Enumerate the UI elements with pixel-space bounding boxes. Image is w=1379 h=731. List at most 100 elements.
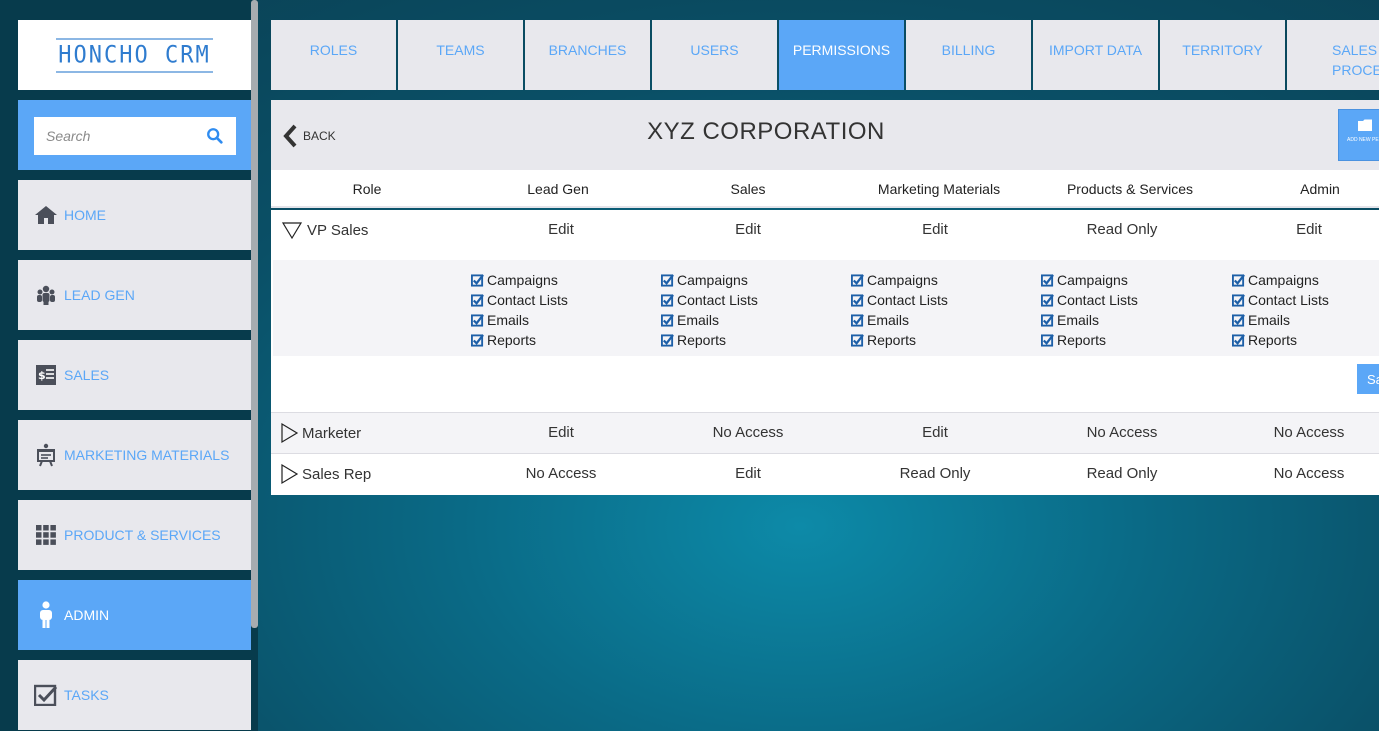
triangle-down-icon[interactable] bbox=[281, 220, 303, 240]
table-row[interactable]: Sales Rep No Access Edit Read Only Read … bbox=[271, 453, 1379, 495]
logo[interactable]: HONCHO CRM bbox=[18, 20, 251, 90]
products-permissions: Campaigns Contact Lists Emails Reports bbox=[1041, 270, 1138, 350]
permission-checkbox[interactable]: Emails bbox=[851, 310, 948, 330]
triangle-right-icon[interactable] bbox=[279, 463, 299, 485]
tab-sales-process[interactable]: SALES PROCESS bbox=[1287, 20, 1379, 90]
tab-territory[interactable]: TERRITORY bbox=[1160, 20, 1285, 90]
admin-value: No Access bbox=[1273, 424, 1345, 441]
permission-checkbox[interactable]: Campaigns bbox=[1232, 270, 1329, 290]
presentation-icon bbox=[34, 443, 58, 467]
permission-checkbox[interactable]: Emails bbox=[1041, 310, 1138, 330]
column-header-role: Role bbox=[352, 181, 382, 197]
permission-checkbox[interactable]: Campaigns bbox=[661, 270, 758, 290]
checked-checkbox-icon[interactable] bbox=[471, 273, 484, 287]
checked-checkbox-icon[interactable] bbox=[851, 273, 864, 287]
marketing-value: Edit bbox=[922, 221, 948, 238]
permission-label: Contact Lists bbox=[1057, 292, 1138, 308]
sidebar-item-admin[interactable]: ADMIN bbox=[18, 580, 251, 650]
permission-checkbox[interactable]: Reports bbox=[1041, 330, 1138, 350]
permission-checkbox[interactable]: Contact Lists bbox=[851, 290, 948, 310]
permission-checkbox[interactable]: Campaigns bbox=[471, 270, 568, 290]
sales-permissions: Campaigns Contact Lists Emails Reports bbox=[661, 270, 758, 350]
permission-checkbox[interactable]: Reports bbox=[851, 330, 948, 350]
checked-checkbox-icon[interactable] bbox=[661, 273, 674, 287]
permission-label: Reports bbox=[487, 332, 537, 348]
checked-checkbox-icon[interactable] bbox=[1041, 293, 1054, 307]
role-cell[interactable]: VP Sales bbox=[281, 220, 368, 240]
add-permission-button[interactable]: ADD NEW PERMISSION bbox=[1338, 109, 1379, 161]
row-summary[interactable]: VP Sales Edit Edit Edit Read Only Edit bbox=[271, 210, 1379, 258]
sales-value: No Access bbox=[712, 424, 784, 441]
sidebar-item-home[interactable]: HOME bbox=[18, 180, 251, 250]
sales-value: Edit bbox=[735, 221, 761, 238]
tab-billing[interactable]: BILLING bbox=[906, 20, 1031, 90]
permission-checkbox[interactable]: Emails bbox=[661, 310, 758, 330]
permission-checkbox[interactable]: Contact Lists bbox=[1232, 290, 1329, 310]
role-cell[interactable]: Sales Rep bbox=[279, 463, 371, 485]
checked-checkbox-icon[interactable] bbox=[1041, 333, 1054, 347]
checked-checkbox-icon[interactable] bbox=[1041, 273, 1054, 287]
permission-checkbox[interactable]: Emails bbox=[1232, 310, 1329, 330]
sidebar-scrollbar[interactable] bbox=[251, 0, 258, 628]
checked-checkbox-icon[interactable] bbox=[471, 333, 484, 347]
tab-teams[interactable]: TEAMS bbox=[398, 20, 523, 90]
folder-icon bbox=[1358, 119, 1372, 131]
tab-permissions[interactable]: PERMISSIONS bbox=[779, 20, 904, 90]
permission-checkbox[interactable]: Emails bbox=[471, 310, 568, 330]
checked-checkbox-icon[interactable] bbox=[1232, 293, 1245, 307]
checked-checkbox-icon[interactable] bbox=[851, 293, 864, 307]
checked-checkbox-icon[interactable] bbox=[471, 293, 484, 307]
sidebar-item-marketing-materials[interactable]: MARKETING MATERIALS bbox=[18, 420, 251, 490]
permission-checkbox[interactable]: Campaigns bbox=[851, 270, 948, 290]
permission-checkbox[interactable]: Reports bbox=[661, 330, 758, 350]
checked-checkbox-icon[interactable] bbox=[1041, 313, 1054, 327]
permission-label: Contact Lists bbox=[1248, 292, 1329, 308]
permission-checkbox[interactable]: Contact Lists bbox=[661, 290, 758, 310]
permission-label: Campaigns bbox=[1057, 272, 1128, 288]
column-header-products-services: Products & Services bbox=[1066, 181, 1194, 197]
save-button[interactable]: Save bbox=[1357, 364, 1379, 394]
permission-checkbox[interactable]: Contact Lists bbox=[471, 290, 568, 310]
sidebar-item-tasks[interactable]: TASKS bbox=[18, 660, 251, 730]
checked-checkbox-icon[interactable] bbox=[471, 313, 484, 327]
products-value: Read Only bbox=[1086, 465, 1158, 482]
tab-import-data[interactable]: IMPORT DATA bbox=[1033, 20, 1158, 90]
role-cell[interactable]: Marketer bbox=[279, 422, 361, 444]
table-row[interactable]: Marketer Edit No Access Edit No Access N… bbox=[271, 412, 1379, 453]
sidebar-item-lead-gen[interactable]: LEAD GEN bbox=[18, 260, 251, 330]
permission-checkbox[interactable]: Reports bbox=[1232, 330, 1329, 350]
checked-checkbox-icon[interactable] bbox=[1232, 313, 1245, 327]
products-value: Read Only bbox=[1086, 221, 1158, 238]
receipt-icon: $ bbox=[34, 363, 58, 387]
sidebar-item-product-services[interactable]: PRODUCT & SERVICES bbox=[18, 500, 251, 570]
sidebar-item-label: SALES bbox=[64, 367, 110, 383]
checked-checkbox-icon[interactable] bbox=[1232, 333, 1245, 347]
checked-checkbox-icon[interactable] bbox=[851, 313, 864, 327]
permission-label: Campaigns bbox=[677, 272, 748, 288]
top-tabs: ROLES TEAMS BRANCHES USERS PERMISSIONS B… bbox=[271, 20, 1379, 90]
tab-roles[interactable]: ROLES bbox=[271, 20, 396, 90]
permission-details: Campaigns Contact Lists Emails Reports C… bbox=[273, 260, 1379, 356]
checked-checkbox-icon[interactable] bbox=[661, 293, 674, 307]
checked-checkbox-icon[interactable] bbox=[1232, 273, 1245, 287]
permission-label: Campaigns bbox=[867, 272, 938, 288]
triangle-right-icon[interactable] bbox=[279, 422, 299, 444]
sidebar-item-sales[interactable]: $ SALES bbox=[18, 340, 251, 410]
admin-value: No Access bbox=[1273, 465, 1345, 482]
search-icon[interactable] bbox=[206, 127, 224, 145]
checked-checkbox-icon[interactable] bbox=[851, 333, 864, 347]
tab-branches[interactable]: BRANCHES bbox=[525, 20, 650, 90]
lead-gen-value: Edit bbox=[548, 424, 574, 441]
checked-checkbox-icon[interactable] bbox=[661, 313, 674, 327]
tab-users[interactable]: USERS bbox=[652, 20, 777, 90]
lead-gen-value: Edit bbox=[548, 221, 574, 238]
permission-checkbox[interactable]: Campaigns bbox=[1041, 270, 1138, 290]
permission-checkbox[interactable]: Reports bbox=[471, 330, 568, 350]
table-row: VP Sales Edit Edit Edit Read Only Edit C… bbox=[271, 210, 1379, 412]
sidebar-item-label: PRODUCT & SERVICES bbox=[64, 527, 221, 543]
permission-label: Contact Lists bbox=[867, 292, 948, 308]
checked-checkbox-icon[interactable] bbox=[661, 333, 674, 347]
permission-checkbox[interactable]: Contact Lists bbox=[1041, 290, 1138, 310]
marketing-value: Read Only bbox=[899, 465, 971, 482]
column-header-lead-gen: Lead Gen bbox=[527, 181, 589, 197]
